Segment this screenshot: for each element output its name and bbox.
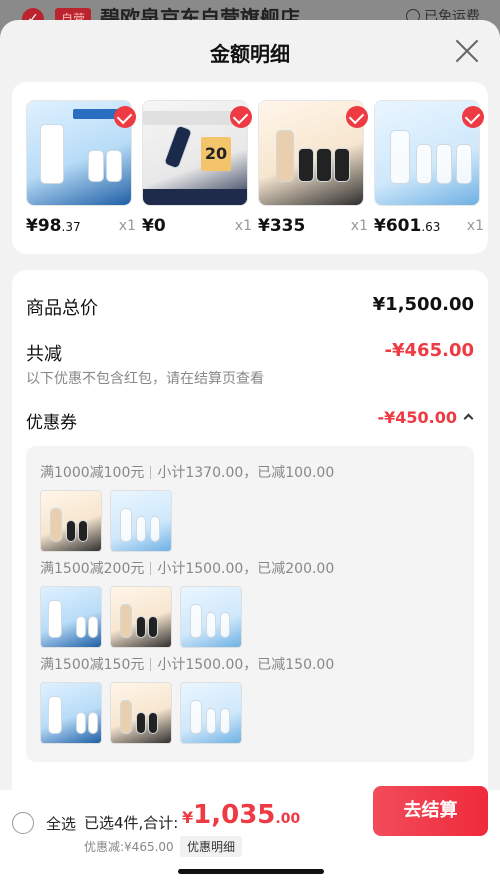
coupon-rule: 满1500减150元 小计1500.00，已减150.00	[40, 657, 335, 673]
coupon-rule: 满1000减100元 小计1370.00，已减100.00	[40, 465, 335, 481]
product-quantity: x1	[234, 218, 252, 234]
select-all-radio[interactable]	[12, 812, 34, 834]
coupon-toggle[interactable]: -¥450.00	[377, 408, 474, 427]
goods-total-label: 商品总价	[26, 298, 98, 319]
coupon-product-thumbnail	[110, 586, 172, 648]
coupon-rule: 满1500减200元 小计1500.00，已减200.00	[40, 561, 335, 577]
sheet-title: 金额明细	[210, 42, 290, 66]
product-quantity: x1	[350, 218, 368, 234]
goods-total-value: ¥1,500.00	[372, 294, 474, 315]
coupon-product-thumbnail	[40, 490, 102, 552]
order-total: ¥1,035.00	[182, 800, 301, 830]
product-price: ¥0	[142, 216, 166, 236]
discount-detail-button[interactable]: 优惠明细	[180, 836, 243, 857]
home-indicator	[178, 869, 324, 874]
checked-icon	[114, 106, 136, 128]
coupon-value: -¥450.00	[377, 408, 457, 427]
price-detail-card: 商品总价 ¥1,500.00 共减 -¥465.00 以下优惠不包含红包，请在结…	[12, 270, 488, 810]
checked-icon	[346, 106, 368, 128]
checked-icon	[462, 106, 484, 128]
selected-products-card: ¥98.37 x1 20 ¥0 x1 ¥335 x1 ¥601.63 x1	[12, 82, 488, 254]
coupon-breakdown: 满1000减100元 小计1370.00，已减100.00 满1500减200元小…	[26, 446, 474, 762]
close-icon[interactable]	[454, 38, 480, 64]
coupon-product-thumbnail	[180, 586, 242, 648]
coupon-product-thumbnail	[110, 490, 172, 552]
discount-summary: 优惠减:¥465.00	[84, 840, 174, 854]
selected-summary: 已选4件,合计:	[84, 814, 179, 832]
checkout-bar: 全选 已选4件,合计: ¥1,035.00 优惠减:¥465.00 优惠明细 去…	[0, 786, 500, 885]
checked-icon	[230, 106, 252, 128]
coupon-product-thumbnail	[110, 682, 172, 744]
discount-note: 以下优惠不包含红包，请在结算页查看	[26, 371, 264, 387]
amount-detail-sheet: 金额明细 ¥98.37 x1 20 ¥0 x1 ¥335 x1 ¥601.63 …	[0, 20, 500, 885]
coupon-product-thumbnail	[40, 682, 102, 744]
total-discount-value: -¥465.00	[384, 340, 474, 361]
coupon-product-thumbnail	[180, 682, 242, 744]
product-price: ¥335	[258, 216, 306, 236]
coupon-label: 优惠券	[26, 413, 77, 433]
product-quantity: x1	[118, 218, 136, 234]
product-price: ¥601.63	[374, 216, 441, 236]
product-price: ¥98.37	[26, 216, 81, 236]
product-quantity: x1	[466, 218, 484, 234]
checkout-button[interactable]: 去结算	[373, 786, 488, 836]
select-all-label[interactable]: 全选	[46, 813, 76, 834]
coupon-product-thumbnail	[40, 586, 102, 648]
total-discount-label: 共减	[26, 344, 62, 365]
chevron-up-icon	[463, 413, 474, 424]
